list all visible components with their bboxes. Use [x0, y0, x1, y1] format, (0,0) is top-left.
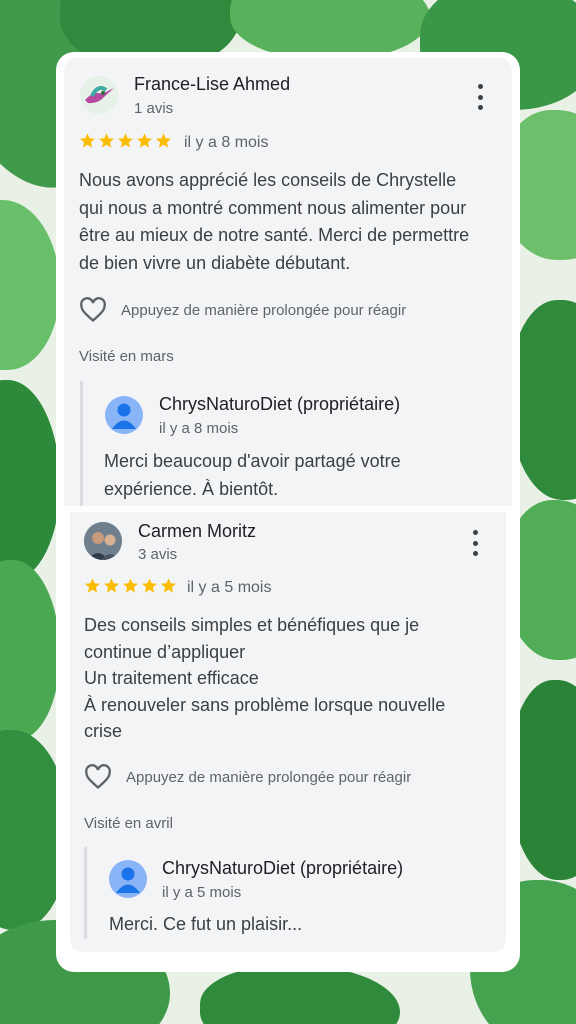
star-icon	[118, 133, 133, 148]
review-count: 3 avis	[138, 546, 178, 563]
review-text: Nous avons apprécié les conseils de Chry…	[79, 170, 470, 273]
star-icon	[99, 133, 114, 148]
review-date: il y a 8 mois	[184, 134, 269, 151]
owner-name: ChrysNaturoDiet (propriétaire)	[159, 394, 401, 414]
reviewer-name[interactable]: France-Lise Ahmed	[134, 74, 290, 95]
visited-date: Visité en avril	[84, 815, 173, 832]
owner-avatar	[105, 396, 143, 434]
star-icon	[104, 578, 119, 593]
hummingbird-avatar-image	[80, 76, 118, 114]
owner-name: ChrysNaturoDiet (propriétaire)	[162, 858, 404, 878]
react-button[interactable]: Appuyez de manière prolongée pour réagir	[79, 297, 406, 323]
reviewer-name[interactable]: Carmen Moritz	[138, 521, 256, 542]
review-count: 1 avis	[134, 100, 174, 117]
visited-date: Visité en mars	[79, 348, 174, 365]
star-icon	[80, 133, 95, 148]
owner-reply-date: il y a 5 mois	[162, 884, 242, 901]
react-button[interactable]: Appuyez de manière prolongée pour réagir	[84, 764, 411, 790]
owner-reply-text: Merci. Ce fut un plaisir...	[109, 914, 303, 934]
star-icon	[142, 578, 157, 593]
review-text: Des conseils simples et bénéfiques que j…	[84, 615, 446, 741]
rating-stars	[79, 132, 172, 149]
reply-divider	[80, 381, 83, 506]
more-options-icon[interactable]	[475, 84, 485, 110]
react-label: Appuyez de manière prolongée pour réagir	[126, 768, 412, 786]
react-label: Appuyez de manière prolongée pour réagir	[121, 301, 407, 319]
reply-divider	[84, 847, 87, 939]
person-icon	[112, 403, 136, 429]
rating-stars	[84, 577, 177, 594]
reviewer-avatar[interactable]	[80, 76, 118, 114]
more-options-icon[interactable]	[470, 530, 480, 556]
star-icon	[85, 578, 100, 593]
review-card: France-Lise Ahmed 1 avis il y a 8 mois N…	[64, 58, 512, 506]
heart-icon	[80, 297, 106, 323]
owner-reply-date: il y a 8 mois	[159, 420, 239, 437]
reviewer-avatar[interactable]	[84, 522, 122, 560]
star-icon	[156, 133, 171, 148]
owner-avatar	[109, 860, 147, 898]
star-icon	[161, 578, 176, 593]
person-icon	[116, 867, 140, 893]
review-card: Carmen Moritz 3 avis il y a 5 mois Des c…	[70, 512, 506, 952]
profile-photo	[84, 522, 122, 560]
review-date: il y a 5 mois	[187, 579, 272, 596]
star-icon	[137, 133, 152, 148]
star-icon	[123, 578, 138, 593]
heart-icon	[85, 764, 111, 790]
owner-reply-text: Merci beaucoup d'avoir partagé votre exp…	[104, 451, 401, 499]
